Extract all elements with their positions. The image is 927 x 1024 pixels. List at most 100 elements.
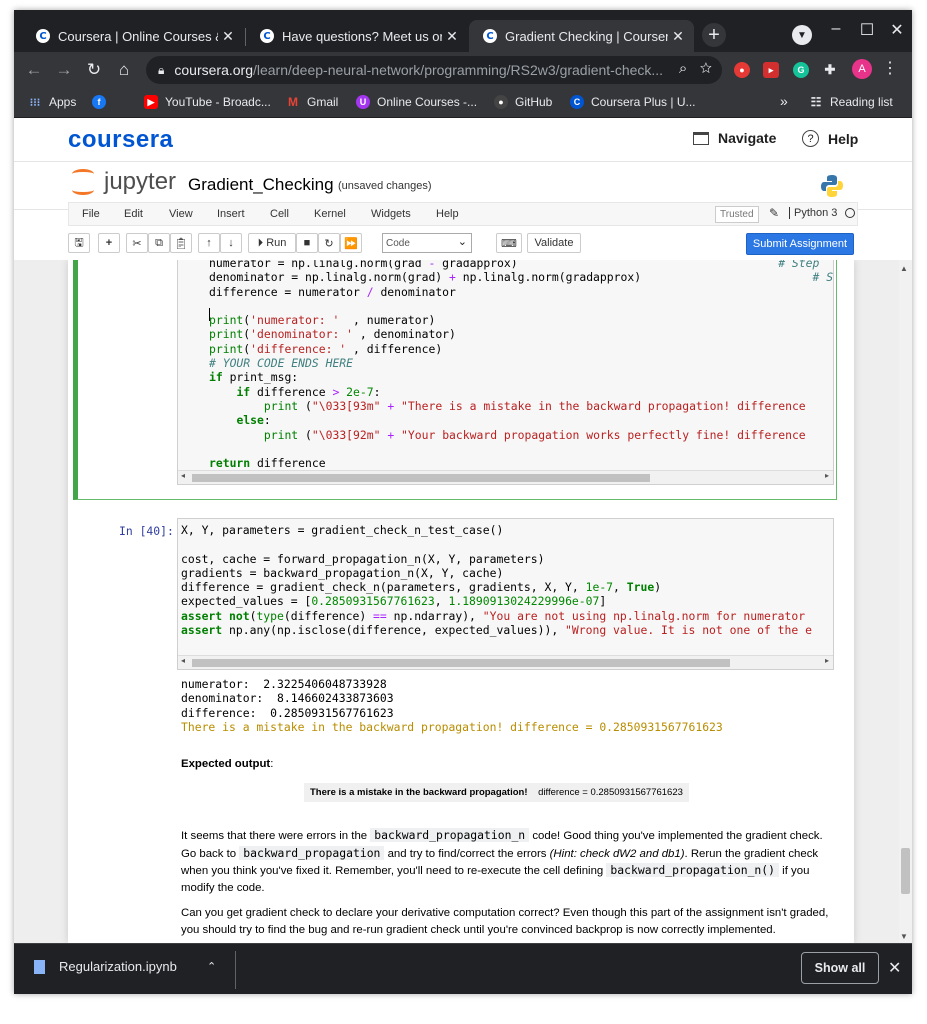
bookmark-apps[interactable]: ⁝⁝⁝ Apps [28, 95, 77, 109]
horizontal-scrollbar[interactable]: ◂ ▸ [178, 470, 833, 484]
move-up-icon[interactable]: ↑ [198, 233, 220, 253]
paste-icon[interactable]: 📋︎ [170, 233, 192, 253]
bookmark-star-icon[interactable]: ☆ [700, 60, 712, 77]
cut-icon[interactable]: ✂ [126, 233, 148, 253]
bookmark-coursera-plus[interactable]: C Coursera Plus | U... [570, 95, 695, 109]
new-tab-button[interactable]: + [702, 23, 726, 47]
code-cell[interactable]: In [40]: X, Y, parameters = gradient_che… [73, 518, 837, 673]
cell-type-select[interactable]: Code ⌄ [382, 233, 472, 253]
submit-assignment-button[interactable]: Submit Assignment [746, 233, 854, 255]
run-button[interactable]: ⏵ Run [248, 233, 296, 253]
scrollbar-thumb[interactable] [192, 659, 730, 667]
insert-cell-icon[interactable]: + [98, 233, 120, 253]
lock-icon: 🔒︎ [158, 62, 165, 77]
expected-colon: : [270, 758, 274, 770]
validate-button[interactable]: Validate [527, 233, 581, 253]
save-icon[interactable]: 🖫︎ [68, 233, 90, 253]
coursera-logo[interactable]: coursera [68, 126, 173, 154]
bookmark-github[interactable]: ● GitHub [494, 95, 552, 109]
notebook-name[interactable]: Gradient_Checking [188, 175, 334, 195]
page-scrollbar[interactable] [899, 260, 912, 943]
bookmark-label: Gmail [307, 95, 339, 109]
scroll-up-icon[interactable]: ▲ [900, 264, 908, 273]
md-inline-code: backward_propagation_n() [606, 863, 780, 877]
home-icon[interactable]: ⌂ [114, 60, 134, 80]
chevron-up-icon[interactable]: ⌃ [207, 960, 216, 973]
close-tab-icon[interactable]: ✕ [218, 28, 238, 45]
forward-icon[interactable]: → [54, 60, 74, 80]
extensions-puzzle-icon[interactable]: ✚ [822, 62, 838, 78]
copy-icon[interactable]: ⧉ [148, 233, 170, 253]
horizontal-scrollbar[interactable]: ◂ ▸ [178, 655, 833, 669]
jupyter-logo[interactable]: jupyter [72, 168, 176, 196]
md-inline-code: backward_propagation_n [370, 828, 530, 842]
address-bar[interactable]: 🔒︎ coursera.org /learn/deep-neural-netwo… [146, 56, 722, 84]
code-editor[interactable]: X, Y, parameters = gradient_check_n_test… [177, 518, 834, 670]
interrupt-icon[interactable]: ■ [296, 233, 318, 253]
download-item[interactable]: Regularization.ipynb [34, 959, 177, 974]
code-cell-selected[interactable]: numerator = np.linalg.norm(grad - gradap… [73, 260, 837, 500]
menu-kebab-icon[interactable]: ⋮ [882, 58, 898, 78]
maximize-icon[interactable]: ☐ [857, 20, 877, 40]
tab-discourse[interactable]: C Have questions? Meet us on D ✕ [246, 20, 468, 52]
minimize-icon[interactable]: – [826, 20, 846, 38]
navigate-button[interactable]: Navigate [693, 130, 776, 146]
help-button[interactable]: ? Help [802, 130, 858, 147]
profile-avatar[interactable]: A [852, 59, 872, 79]
menu-edit[interactable]: Edit [124, 208, 143, 220]
back-icon[interactable]: ← [24, 60, 44, 80]
run-icon: ⏵ [257, 236, 264, 249]
kernel-idle-indicator-icon [845, 208, 855, 218]
tab-search-icon[interactable]: ▼ [792, 25, 812, 45]
scrollbar-thumb[interactable] [192, 474, 650, 482]
page-scrollbar-thumb[interactable] [901, 848, 910, 894]
restart-run-all-icon[interactable]: ⏩ [340, 233, 362, 253]
reload-icon[interactable]: ↻ [84, 60, 104, 80]
scroll-left-icon[interactable]: ◂ [181, 656, 185, 665]
reading-list-button[interactable]: ☷ Reading list [809, 95, 893, 109]
extension-red-icon[interactable]: ● [734, 62, 750, 78]
tab-coursera-home[interactable]: C Coursera | Online Courses & C ✕ [22, 20, 244, 52]
menu-view[interactable]: View [169, 208, 193, 220]
close-tab-icon[interactable]: ✕ [442, 28, 462, 45]
notebook-scroll-area[interactable]: numerator = np.linalg.norm(grad - gradap… [14, 260, 912, 943]
bookmark-facebook[interactable]: f [92, 95, 113, 109]
more-bookmarks-icon[interactable]: » [780, 93, 788, 109]
bookmark-gmail[interactable]: M Gmail [286, 95, 338, 109]
menu-file[interactable]: File [82, 208, 100, 220]
restart-icon[interactable]: ↻ [318, 233, 340, 253]
expected-message: There is a mistake in the backward propa… [310, 787, 528, 798]
show-all-button[interactable]: Show all [801, 952, 879, 984]
tab-title: Gradient Checking | Coursera [505, 28, 668, 44]
close-window-icon[interactable]: ✕ [887, 20, 907, 40]
trusted-badge[interactable]: Trusted [715, 206, 759, 223]
close-tab-icon[interactable]: ✕ [668, 28, 688, 45]
menu-help[interactable]: Help [436, 208, 459, 220]
menu-cell[interactable]: Cell [270, 208, 289, 220]
menu-insert[interactable]: Insert [217, 208, 245, 220]
scroll-left-icon[interactable]: ◂ [181, 471, 185, 480]
zoom-icon[interactable]: ⌕ [679, 60, 687, 77]
help-label: Help [828, 130, 859, 147]
code-editor[interactable]: numerator = np.linalg.norm(grad - gradap… [177, 260, 834, 485]
bookmark-udemy[interactable]: U Online Courses -... [356, 95, 477, 109]
kernel-name[interactable]: Python 3 [789, 207, 837, 219]
chevron-down-icon: ⌄ [457, 236, 467, 248]
menu-kernel[interactable]: Kernel [314, 208, 346, 220]
menu-widgets[interactable]: Widgets [371, 208, 411, 220]
gmail-icon: M [288, 95, 298, 109]
scroll-right-icon[interactable]: ▸ [825, 471, 829, 480]
close-downloads-icon[interactable]: ✕ [888, 958, 901, 978]
tab-gradient-checking[interactable]: C Gradient Checking | Coursera ✕ [469, 20, 694, 52]
edit-pencil-icon[interactable]: ✎ [769, 206, 779, 220]
coursera-favicon-icon: C [260, 29, 274, 43]
scroll-down-icon[interactable]: ▼ [900, 932, 908, 941]
extension-youtube-icon[interactable]: ▸ [763, 62, 779, 78]
scroll-right-icon[interactable]: ▸ [825, 656, 829, 665]
bookmark-youtube[interactable]: ▶ YouTube - Broadc... [144, 95, 271, 109]
code-content: X, Y, parameters = gradient_check_n_test… [181, 523, 812, 638]
keyboard-shortcuts-icon[interactable]: ⌨ [496, 233, 522, 253]
move-down-icon[interactable]: ↓ [220, 233, 242, 253]
file-icon [34, 959, 45, 974]
grammarly-icon[interactable]: G [793, 62, 809, 78]
